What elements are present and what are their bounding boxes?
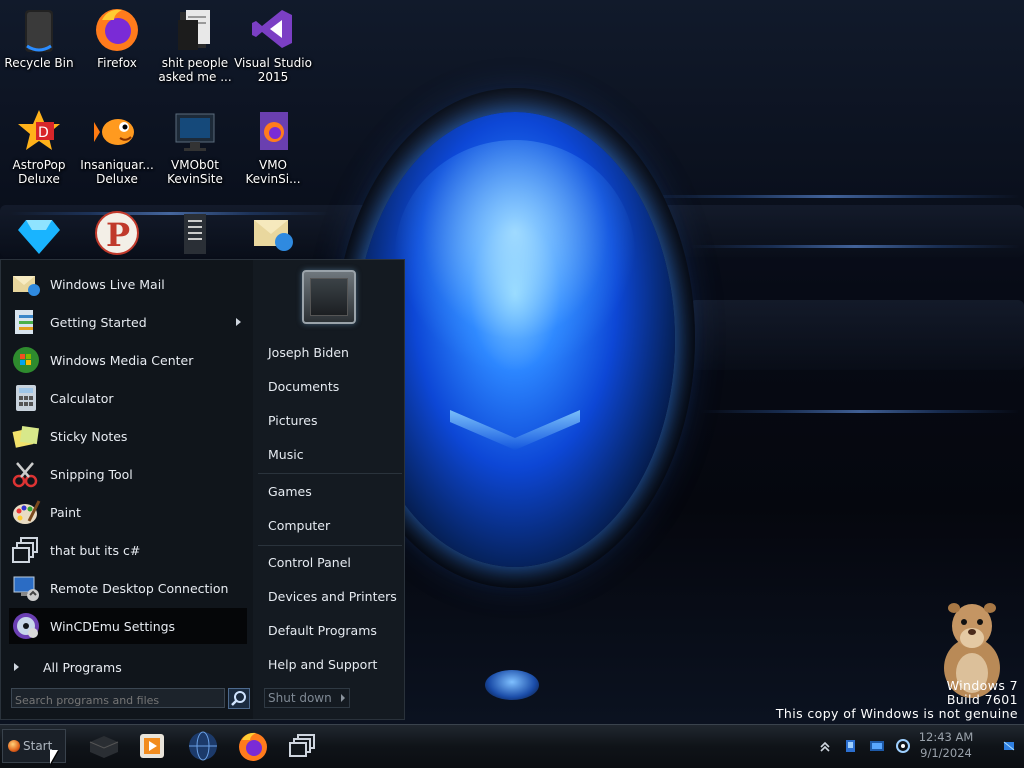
places-item-help-support[interactable]: Help and Support — [268, 654, 398, 676]
show-hidden-icons-chevron-icon[interactable] — [817, 738, 833, 754]
media-center-icon — [11, 345, 41, 375]
firefox-document-icon — [250, 108, 296, 154]
mail-icon — [11, 269, 41, 299]
start-item-calculator[interactable]: Calculator — [9, 380, 247, 416]
firefox-icon — [94, 6, 140, 52]
windows-stack-icon — [11, 535, 41, 565]
taskbar-app-firefox[interactable] — [236, 730, 270, 762]
taskbar-app-device[interactable] — [86, 730, 120, 762]
places-item-documents[interactable]: Documents — [268, 376, 398, 398]
user-avatar[interactable] — [302, 270, 356, 324]
fish-icon — [94, 108, 140, 154]
start-menu-places-pane: Joseph Biden Documents Pictures Music Ga… — [254, 260, 404, 719]
getting-started-icon — [11, 307, 41, 337]
places-divider — [258, 545, 402, 546]
start-menu: Windows Live Mail Getting Started Window… — [0, 259, 405, 720]
places-item-games[interactable]: Games — [268, 481, 398, 503]
expand-arrow-icon — [14, 663, 19, 671]
system-tray — [812, 731, 916, 761]
start-item-remote-desktop[interactable]: Remote Desktop Connection — [9, 570, 247, 606]
taskbar: Start 12:43 AM 9/1/2024 — [0, 724, 1024, 768]
start-item-snipping-tool[interactable]: Snipping Tool — [9, 456, 247, 492]
desktop-icon-text-file[interactable] — [156, 204, 234, 260]
astropop-icon: D — [16, 108, 62, 154]
windows-stack-icon — [289, 734, 315, 757]
desktop-icon-visual-studio[interactable]: Visual Studio 2015 — [234, 0, 312, 96]
desktop-icon-insaniquarium[interactable]: Insaniquar... Deluxe — [78, 102, 156, 198]
display-tray-icon[interactable] — [869, 738, 885, 754]
diamond-icon — [16, 210, 62, 256]
taskbar-app-media-player[interactable] — [136, 730, 170, 762]
start-item-windows-media-center[interactable]: Windows Media Center — [9, 342, 247, 378]
folder-icon — [172, 6, 218, 52]
show-desktop-button[interactable] — [998, 734, 1020, 758]
media-player-icon — [140, 734, 164, 758]
start-item-sticky-notes[interactable]: Sticky Notes — [9, 418, 247, 454]
desktop-icon-firefox[interactable]: Firefox — [78, 0, 156, 96]
p-letter-icon: P — [94, 210, 140, 256]
shutdown-options-arrow-icon — [341, 694, 345, 702]
places-item-computer[interactable]: Computer — [268, 515, 398, 537]
all-programs-button[interactable]: All Programs — [9, 656, 247, 678]
notification-flag-icon — [1003, 741, 1015, 751]
monitor-shortcut-icon — [172, 108, 218, 154]
remote-desktop-icon — [11, 573, 41, 603]
globe-icon — [189, 731, 217, 761]
places-item-pictures[interactable]: Pictures — [268, 410, 398, 432]
windows-genuine-watermark: Windows 7 Build 7601 This copy of Window… — [775, 678, 1018, 721]
cd-disc-icon — [11, 611, 41, 641]
places-item-control-panel[interactable]: Control Panel — [268, 552, 398, 574]
desktop-icon-vmo[interactable]: VMO KevinSi... — [234, 102, 312, 198]
taskbar-clock[interactable]: 12:43 AM 9/1/2024 — [904, 729, 988, 761]
places-item-user-folder[interactable]: Joseph Biden — [268, 342, 398, 364]
recycle-bin-icon — [16, 6, 62, 52]
svg-text:D: D — [38, 125, 49, 141]
start-orb-icon — [8, 740, 20, 752]
start-item-wincdemu-settings[interactable]: WinCDEmu Settings — [9, 608, 247, 644]
paint-palette-icon — [11, 497, 41, 527]
search-button[interactable] — [228, 688, 250, 709]
start-menu-programs-pane: Windows Live Mail Getting Started Window… — [1, 260, 253, 719]
places-item-default-programs[interactable]: Default Programs — [268, 620, 398, 642]
start-item-windows-live-mail[interactable]: Windows Live Mail — [9, 266, 247, 302]
visual-studio-icon — [250, 6, 296, 52]
submenu-arrow-icon — [236, 318, 241, 326]
places-item-devices-printers[interactable]: Devices and Printers — [268, 586, 398, 608]
network-status-icon[interactable] — [843, 738, 859, 754]
search-input[interactable] — [12, 691, 224, 710]
clock-time: 12:43 AM — [918, 730, 974, 744]
taskbar-app-windows[interactable] — [286, 730, 320, 762]
shutdown-button[interactable]: Shut down — [264, 688, 350, 708]
desktop-icon-folder[interactable]: shit people asked me ... — [156, 0, 234, 96]
desktop-icon-astropop[interactable]: D AstroPop Deluxe — [0, 102, 78, 198]
mail-icon — [250, 210, 296, 256]
places-item-music[interactable]: Music — [268, 444, 398, 466]
calculator-icon — [11, 383, 41, 413]
desktop-icon-p-app[interactable]: P — [78, 204, 156, 260]
svg-text:P: P — [106, 216, 130, 254]
places-divider — [258, 473, 402, 474]
sticky-notes-icon — [11, 421, 41, 451]
start-item-paint[interactable]: Paint — [9, 494, 247, 530]
magnifier-icon — [231, 691, 246, 706]
desktop-icon-vmob0t[interactable]: VMOb0t KevinSite — [156, 102, 234, 198]
mouse-cursor — [50, 750, 58, 764]
text-document-icon — [172, 210, 218, 256]
start-item-getting-started[interactable]: Getting Started — [9, 304, 247, 340]
hard-drive-icon — [89, 736, 119, 758]
taskbar-app-globe[interactable] — [186, 730, 220, 762]
search-programs-box[interactable] — [11, 688, 225, 710]
desktop-icon-mail[interactable] — [234, 204, 312, 260]
scissors-icon — [11, 459, 41, 489]
start-item-that-but-its-csharp[interactable]: that but its c# — [9, 532, 247, 568]
desktop-icon-diamond[interactable] — [0, 204, 78, 260]
clock-date: 9/1/2024 — [920, 746, 972, 760]
desktop-icon-recycle-bin[interactable]: Recycle Bin — [0, 0, 78, 96]
firefox-icon — [239, 732, 267, 761]
